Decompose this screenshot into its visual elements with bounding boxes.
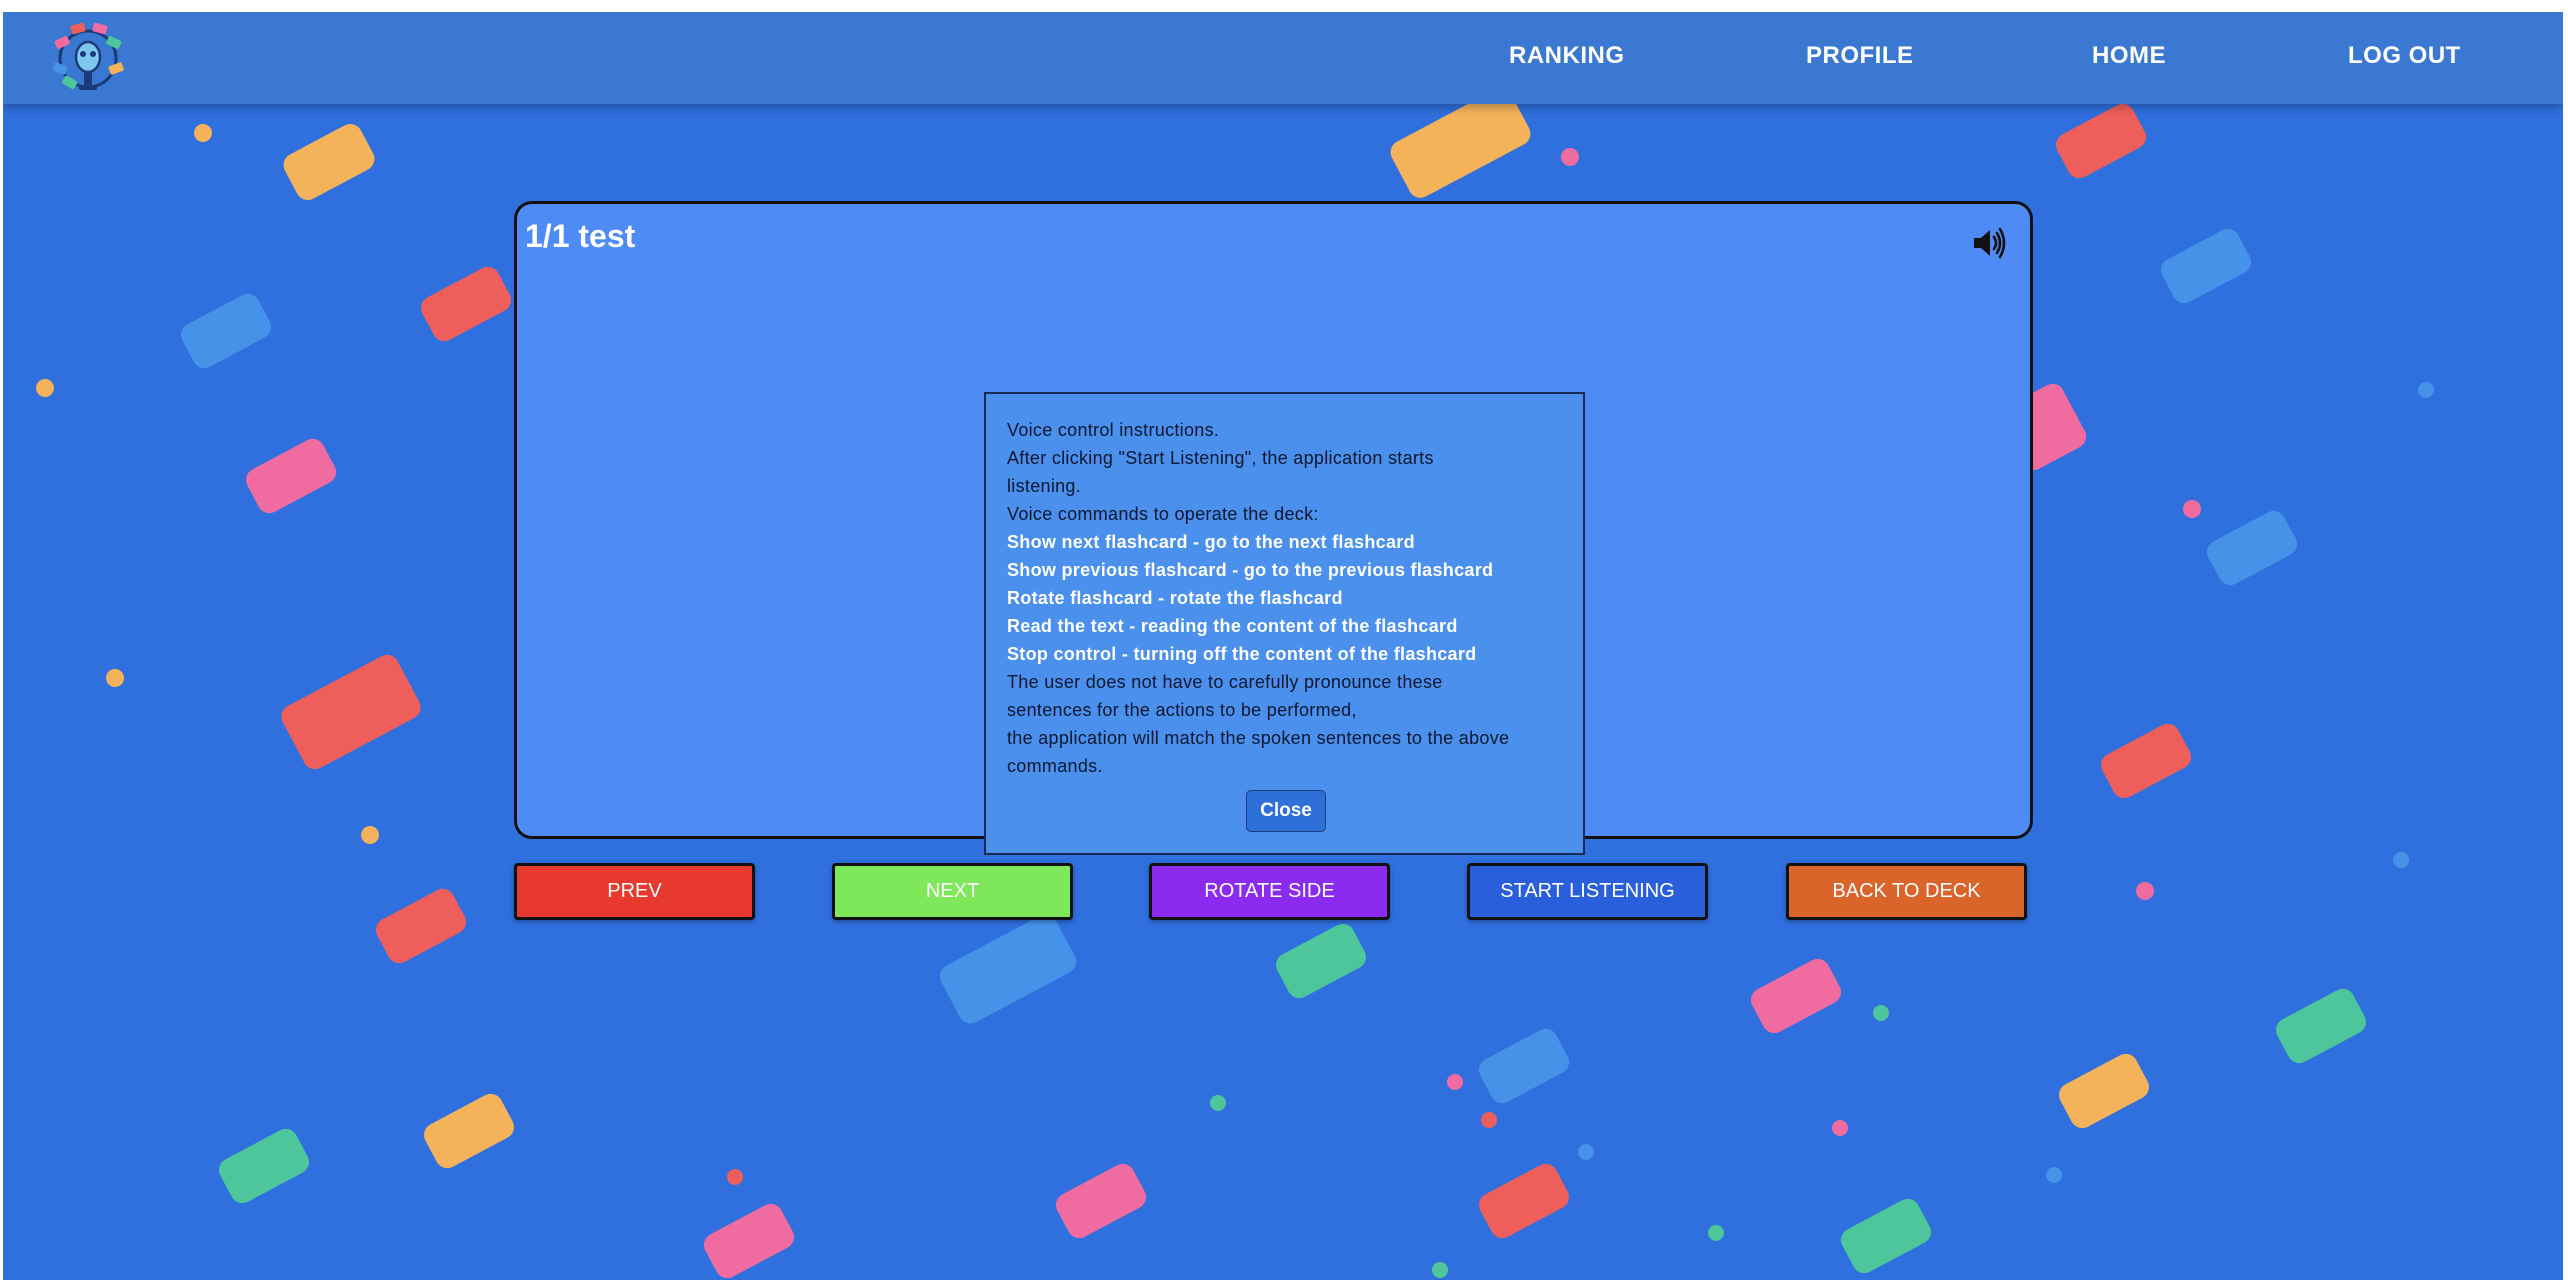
flashcard-counter-title: 1/1 test [525,218,636,254]
decorative-card-shape [2156,224,2256,308]
voice-command-line: Read the text - reading the content of t… [1007,616,1458,636]
decorative-dot [1561,148,1579,166]
decorative-card-shape [277,650,425,774]
instruction-line: sentences for the actions to be performe… [1007,700,1357,720]
decorative-dot [1832,1120,1848,1136]
decorative-card-shape [419,1089,519,1173]
decorative-card-shape [2271,984,2371,1068]
instruction-line: The user does not have to carefully pron… [1007,672,1443,692]
decorative-dot [36,379,54,397]
next-button[interactable]: NEXT [832,863,1073,920]
close-dialog-button[interactable]: Close [1246,790,1326,832]
instruction-line: listening. [1007,476,1082,496]
decorative-dot [2393,852,2409,868]
decorative-card-shape [1474,1024,1574,1108]
top-navbar: RANKING PROFILE HOME LOG OUT [3,12,2563,104]
decorative-card-shape [2051,99,2151,183]
decorative-dot [194,124,212,142]
start-listening-button[interactable]: START LISTENING [1467,863,1708,920]
instruction-line: commands. [1007,756,1103,776]
decorative-dot [1708,1225,1724,1241]
prev-button[interactable]: PREV [514,863,755,920]
decorative-dot [2183,500,2201,518]
decorative-dot [361,826,379,844]
instruction-line: Voice commands to operate the deck: [1007,504,1319,524]
instruction-line: After clicking "Start Listening", the ap… [1007,448,1434,468]
decorative-card-shape [279,119,379,205]
nav-home-link[interactable]: HOME [2092,42,2166,70]
app-frame: RANKING PROFILE HOME LOG OUT 1/1 test Vo… [3,12,2563,1280]
decorative-card-shape [2096,719,2196,803]
decorative-card-shape [935,910,1081,1028]
decorative-card-shape [214,1124,314,1208]
voice-command-line: Show next flashcard - go to the next fla… [1007,532,1415,552]
decorative-card-shape [1271,919,1371,1003]
decorative-card-shape [371,884,471,968]
rotate-side-button[interactable]: ROTATE SIDE [1149,863,1390,920]
voice-command-line: Rotate flashcard - rotate the flashcard [1007,588,1343,608]
nav-ranking-link[interactable]: RANKING [1509,42,1625,70]
decorative-card-shape [416,262,516,346]
decorative-dot [727,1169,743,1185]
decorative-card-shape [699,1199,799,1280]
microphone-robot-logo-icon[interactable] [49,20,127,98]
instruction-line: Voice control instructions. [1007,420,1220,440]
decorative-dot [1210,1095,1226,1111]
decorative-card-shape [2054,1049,2154,1133]
decorative-dot [1873,1005,1889,1021]
decorative-dot [2418,382,2434,398]
decorative-card-shape [1836,1194,1936,1278]
voice-control-instructions-dialog: Voice control instructions. After clicki… [984,392,1585,855]
decorative-dot [1432,1262,1448,1278]
decorative-card-shape [2202,506,2302,590]
decorative-dot [1447,1074,1463,1090]
decorative-dot [2046,1167,2062,1183]
voice-command-line: Show previous flashcard - go to the prev… [1007,560,1494,580]
nav-profile-link[interactable]: PROFILE [1806,42,1914,70]
decorative-dot [1578,1144,1594,1160]
decorative-card-shape [1474,1159,1574,1243]
nav-logout-link[interactable]: LOG OUT [2348,42,2461,70]
decorative-dot [2136,882,2154,900]
instruction-line: the application will match the spoken se… [1007,728,1510,748]
voice-command-line: Stop control - turning off the content o… [1007,644,1477,664]
decorative-dot [106,669,124,687]
back-to-deck-button[interactable]: BACK TO DECK [1786,863,2027,920]
speaker-volume-icon[interactable] [1970,224,2008,262]
decorative-card-shape [176,289,276,373]
decorative-card-shape [241,434,341,518]
decorative-card-shape [1746,954,1846,1038]
decorative-card-shape [1051,1159,1151,1243]
decorative-dot [1481,1112,1497,1128]
